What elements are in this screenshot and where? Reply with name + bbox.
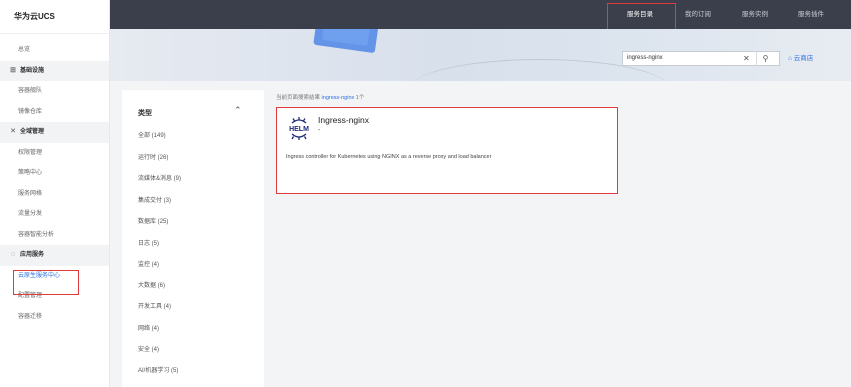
card-version: - xyxy=(318,127,321,134)
helm-logo-text: HELM xyxy=(289,126,309,133)
tab-service-catalog[interactable]: 服务目录 xyxy=(627,0,653,29)
sidebar-item-fleet[interactable]: 容器舰队 xyxy=(0,81,109,102)
filter-item-database[interactable]: 数据库 (25) xyxy=(138,216,168,225)
brand-title: 华为云UCS xyxy=(0,0,109,34)
chevron-up-icon[interactable]: ⌃ xyxy=(234,105,242,116)
service-card[interactable]: HELM Ingress-nginx - Ingress controller … xyxy=(276,107,618,194)
sidebar-group-label: 全域管理 xyxy=(20,129,45,135)
filter-item-logging[interactable]: 日志 (5) xyxy=(138,238,159,247)
sidebar-group-infra[interactable]: ⊞ 基础设施 xyxy=(0,60,109,81)
sidebar-group-global[interactable]: ✕ 全域管理 xyxy=(0,122,109,143)
sidebar-item-traffic[interactable]: 流量分发 xyxy=(0,204,109,225)
tab-service-instances[interactable]: 服务实例 xyxy=(742,0,768,29)
sidebar-item-overview[interactable]: 总览 xyxy=(0,40,109,61)
filter-item-runtime[interactable]: 运行时 (26) xyxy=(138,152,168,161)
sidebar-group-app[interactable]: ◌ 应用服务 xyxy=(0,245,109,266)
results-prefix: 当前页面搜索结果 xyxy=(276,95,321,101)
banner: ingress-nginx ✕ ⚲ ⌂ 云商店 xyxy=(110,29,851,81)
sidebar-group-label: 基础设施 xyxy=(20,67,45,74)
sidebar-item-permissions[interactable]: 权限管理 xyxy=(0,143,109,164)
store-icon: ⌂ xyxy=(788,55,792,62)
results-summary: 当前页面搜索结果 ingress-nginx 1个 xyxy=(276,93,364,101)
filter-item-monitoring[interactable]: 监控 (4) xyxy=(138,259,159,268)
global-icon: ✕ xyxy=(10,128,16,135)
sidebar: 华为云UCS 总览 ⊞ 基础设施 容器舰队 镜像仓库 ✕ 全域管理 权限管理 策… xyxy=(0,0,110,387)
tab-my-subscriptions[interactable]: 我的订阅 xyxy=(685,0,711,29)
sidebar-item-registry[interactable]: 镜像仓库 xyxy=(0,102,109,123)
grid-icon: ⊞ xyxy=(10,66,16,74)
card-description: Ingress controller for Kubernetes using … xyxy=(286,154,492,160)
sidebar-item-migration[interactable]: 容器迁移 xyxy=(0,307,109,328)
filter-item-ai[interactable]: AI/机器学习 (5) xyxy=(138,365,178,374)
helm-icon: HELM xyxy=(286,115,312,141)
filter-title: 类型 xyxy=(138,110,152,117)
filter-item-all[interactable]: 全部 (149) xyxy=(138,130,166,139)
cloud-icon: ◌ xyxy=(10,251,16,258)
filter-item-delivery[interactable]: 集成交付 (3) xyxy=(138,195,171,204)
sidebar-item-policy[interactable]: 策略中心 xyxy=(0,163,109,184)
sidebar-item-mesh[interactable]: 服务网格 xyxy=(0,184,109,205)
tab-service-plugins[interactable]: 服务插件 xyxy=(798,0,824,29)
sidebar-item-analysis[interactable]: 容器智能分析 xyxy=(0,225,109,246)
sidebar-item-service-center[interactable]: 云原生服务中心 xyxy=(0,266,109,287)
results-count: 1个 xyxy=(355,95,365,101)
filter-item-bigdata[interactable]: 大数据 (6) xyxy=(138,280,165,289)
filter-item-devtools[interactable]: 开发工具 (4) xyxy=(138,301,171,310)
sidebar-group-label: 应用服务 xyxy=(20,252,45,258)
top-bar: 服务目录 我的订阅 服务实例 服务插件 xyxy=(110,0,851,29)
sidebar-item-config[interactable]: 配置管理 xyxy=(0,286,109,307)
card-title[interactable]: Ingress-nginx xyxy=(318,115,369,125)
filter-item-streaming[interactable]: 流媒体&消息 (9) xyxy=(138,173,181,182)
cloud-store-link[interactable]: ⌂ 云商店 xyxy=(788,52,813,65)
filter-item-security[interactable]: 安全 (4) xyxy=(138,344,159,353)
filter-panel: 类型 ⌃ 全部 (149) 运行时 (26) 流媒体&消息 (9) 集成交付 (… xyxy=(122,90,264,387)
filter-item-network[interactable]: 网络 (4) xyxy=(138,323,159,332)
cloud-store-label: 云商店 xyxy=(793,55,814,62)
results-keyword: ingress-nginx xyxy=(321,95,355,101)
search-icon[interactable]: ⚲ xyxy=(756,51,774,66)
clear-icon[interactable]: ✕ xyxy=(743,52,750,65)
